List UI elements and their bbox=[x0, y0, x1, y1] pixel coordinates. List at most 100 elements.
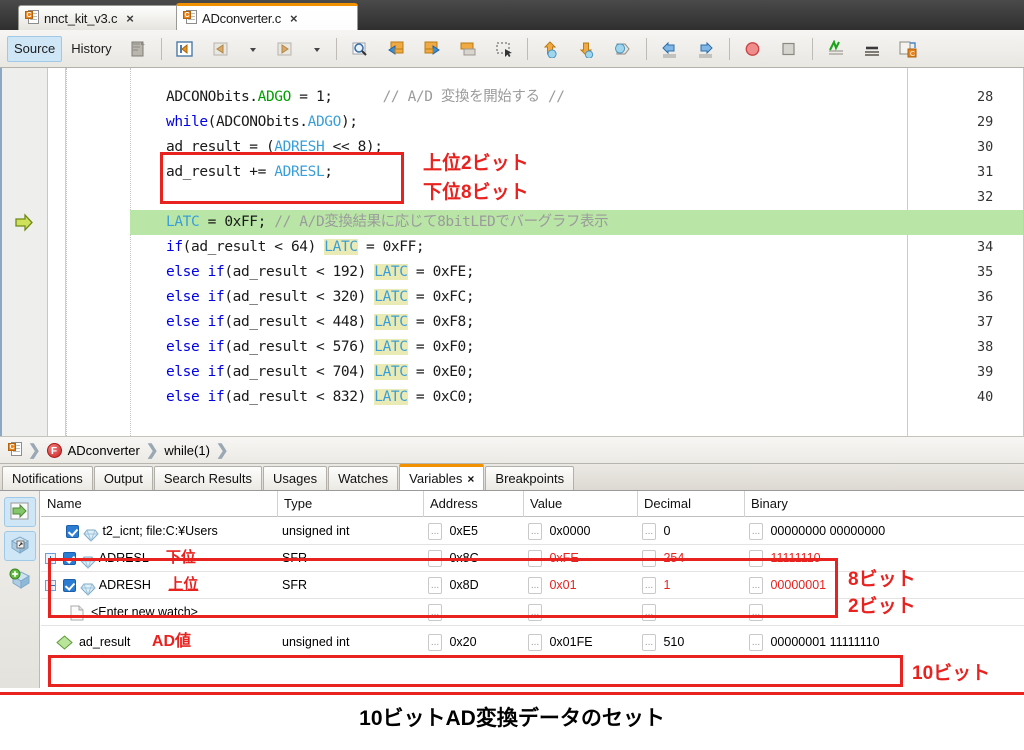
toolbar-toggle-bookmark-button[interactable] bbox=[168, 36, 202, 62]
ellipsis-button[interactable]: ... bbox=[642, 523, 656, 541]
tab-search-results[interactable]: Search Results bbox=[153, 466, 262, 490]
variable-value-cell[interactable]: ... 0x01 bbox=[524, 572, 638, 598]
variable-value-cell[interactable]: ... bbox=[524, 599, 638, 625]
variable-value-cell[interactable]: ... 0xFE bbox=[524, 545, 638, 571]
expand-icon[interactable] bbox=[45, 580, 56, 592]
variable-name-cell[interactable]: ADRESL 下位 bbox=[41, 545, 278, 571]
ellipsis-button[interactable]: ... bbox=[749, 523, 763, 541]
toolbar-back-dropdown[interactable] bbox=[240, 36, 266, 62]
variable-decimal-cell[interactable]: ... 1 bbox=[638, 572, 745, 598]
toolbar-shift-right-button[interactable] bbox=[689, 36, 723, 62]
toolbar-last-edit-button[interactable] bbox=[451, 36, 485, 62]
tab-usages[interactable]: Usages bbox=[263, 466, 328, 490]
toolbar-toggle-breakpoint-button[interactable] bbox=[736, 36, 770, 62]
last-edit-icon bbox=[458, 40, 478, 58]
toolbar-shift-down-button[interactable] bbox=[570, 36, 604, 62]
editor-tab-close-icon[interactable]: × bbox=[126, 11, 134, 26]
column-header-binary[interactable]: Binary bbox=[745, 491, 1024, 517]
toolbar-stop-button[interactable] bbox=[772, 36, 806, 62]
breadcrumb-item-adconverter[interactable]: ADconverter bbox=[68, 443, 140, 458]
variable-decimal-cell[interactable]: ... 0 bbox=[638, 518, 745, 544]
variable-name-cell[interactable]: ADRESH 上位 bbox=[41, 572, 278, 598]
code-token: (ad_result < 832) bbox=[224, 389, 375, 405]
variable-address-cell[interactable]: ... 0xE5 bbox=[424, 518, 524, 544]
toolbar-step-over-button[interactable] bbox=[855, 36, 889, 62]
tab-close-icon[interactable]: × bbox=[467, 472, 474, 486]
toolbar-compile-file-button[interactable]: C bbox=[891, 36, 925, 62]
toolbar-run-to-cursor-button[interactable] bbox=[606, 36, 640, 62]
tab-notifications[interactable]: Notifications bbox=[2, 466, 93, 490]
variable-value-cell[interactable]: ... 0x0000 bbox=[524, 518, 638, 544]
tab-variables[interactable]: Variables × bbox=[399, 464, 485, 490]
variable-address-cell[interactable]: ... 0x20 bbox=[424, 629, 524, 655]
ellipsis-button[interactable]: ... bbox=[642, 577, 656, 595]
new-watch-cell[interactable]: <Enter new watch> bbox=[41, 599, 278, 625]
toolbar-back-button[interactable] bbox=[204, 36, 238, 62]
variable-address-cell[interactable]: ... bbox=[424, 599, 524, 625]
variable-decimal-cell[interactable]: ... 510 bbox=[638, 629, 745, 655]
ellipsis-button[interactable]: ... bbox=[642, 634, 656, 652]
step-into-watch-button[interactable] bbox=[3, 497, 36, 527]
code-line-39: else if(ad_result < 704) LATC = 0xE0; bbox=[66, 360, 1023, 385]
code-editor[interactable]: 28 ADCONObits.ADGO = 1; // A/D 変換を開始する /… bbox=[0, 68, 1024, 436]
ellipsis-button[interactable]: ... bbox=[749, 634, 763, 652]
toolbar-find-selection-button[interactable] bbox=[343, 36, 377, 62]
variable-address-cell[interactable]: ... 0x8C bbox=[424, 545, 524, 571]
column-header-address[interactable]: Address bbox=[424, 491, 524, 517]
column-header-type[interactable]: Type bbox=[278, 491, 424, 517]
ellipsis-button[interactable]: ... bbox=[642, 604, 656, 622]
breadcrumb-item-while[interactable]: while(1) bbox=[164, 443, 210, 458]
toolbar-forward-button[interactable] bbox=[268, 36, 302, 62]
variable-enabled-checkbox[interactable] bbox=[63, 552, 77, 566]
toolbar-forward-dropdown[interactable] bbox=[304, 36, 330, 62]
tab-breakpoints[interactable]: Breakpoints bbox=[485, 466, 575, 490]
new-watch-button[interactable] bbox=[4, 565, 36, 595]
ellipsis-button[interactable]: ... bbox=[749, 577, 763, 595]
ellipsis-button[interactable]: ... bbox=[428, 604, 442, 622]
evaluate-expression-button[interactable] bbox=[3, 531, 36, 561]
column-header-value[interactable]: Value bbox=[524, 491, 638, 517]
ellipsis-button[interactable]: ... bbox=[749, 550, 763, 568]
column-header-name[interactable]: Name bbox=[41, 491, 278, 517]
toolbar-new-breakpoint-button[interactable] bbox=[819, 36, 853, 62]
ellipsis-button[interactable]: ... bbox=[749, 604, 763, 622]
ellipsis-button[interactable]: ... bbox=[528, 577, 542, 595]
ellipsis-button[interactable]: ... bbox=[528, 634, 542, 652]
expand-icon[interactable] bbox=[45, 553, 56, 565]
ellipsis-button[interactable]: ... bbox=[428, 523, 442, 541]
variable-enabled-checkbox[interactable] bbox=[66, 525, 80, 539]
ellipsis-button[interactable]: ... bbox=[528, 523, 542, 541]
tab-output[interactable]: Output bbox=[93, 466, 153, 490]
toolbar-shift-up-button[interactable] bbox=[534, 36, 568, 62]
ellipsis-button[interactable]: ... bbox=[528, 550, 542, 568]
c-file-icon: C bbox=[25, 10, 39, 26]
ellipsis-button[interactable]: ... bbox=[642, 550, 656, 568]
table-row[interactable]: t2_icnt; file:C:¥Users unsigned int ... … bbox=[41, 518, 1024, 544]
variable-decimal-cell[interactable]: ... bbox=[638, 599, 745, 625]
variable-binary-cell[interactable]: ... 00000000 00000000 bbox=[745, 518, 1024, 544]
toolbar-next-bookmark-button[interactable] bbox=[415, 36, 449, 62]
toolbar-refactor-button[interactable] bbox=[121, 36, 155, 62]
toolbar-history-button[interactable]: History bbox=[64, 36, 118, 62]
variable-address-cell[interactable]: ... 0x8D bbox=[424, 572, 524, 598]
variable-binary-cell[interactable]: ... 00000001 11111110 bbox=[745, 629, 1024, 655]
column-header-decimal[interactable]: Decimal bbox=[638, 491, 745, 517]
editor-tab-adconverter[interactable]: C ADconverter.c × bbox=[176, 3, 358, 30]
toolbar-rect-selection-button[interactable] bbox=[487, 36, 521, 62]
editor-tab-close-icon[interactable]: × bbox=[290, 11, 298, 26]
variable-decimal-cell[interactable]: ... 254 bbox=[638, 545, 745, 571]
toolbar-shift-left-button[interactable] bbox=[653, 36, 687, 62]
ellipsis-button[interactable]: ... bbox=[428, 577, 442, 595]
ellipsis-button[interactable]: ... bbox=[428, 550, 442, 568]
toolbar-source-button[interactable]: Source bbox=[7, 35, 63, 62]
variable-name-cell[interactable]: t2_icnt; file:C:¥Users bbox=[41, 518, 278, 544]
variable-name-cell[interactable]: ad_result AD値 bbox=[41, 629, 278, 655]
toolbar-previous-bookmark-button[interactable] bbox=[379, 36, 413, 62]
editor-tab-nnct-kit-v3[interactable]: C nnct_kit_v3.c × bbox=[18, 5, 186, 30]
variable-value-cell[interactable]: ... 0x01FE bbox=[524, 629, 638, 655]
table-row[interactable]: ad_result AD値 unsigned int ... 0x20 ... … bbox=[41, 629, 1024, 655]
variable-enabled-checkbox[interactable] bbox=[63, 579, 77, 593]
tab-watches[interactable]: Watches bbox=[328, 466, 399, 490]
ellipsis-button[interactable]: ... bbox=[428, 634, 442, 652]
ellipsis-button[interactable]: ... bbox=[528, 604, 542, 622]
